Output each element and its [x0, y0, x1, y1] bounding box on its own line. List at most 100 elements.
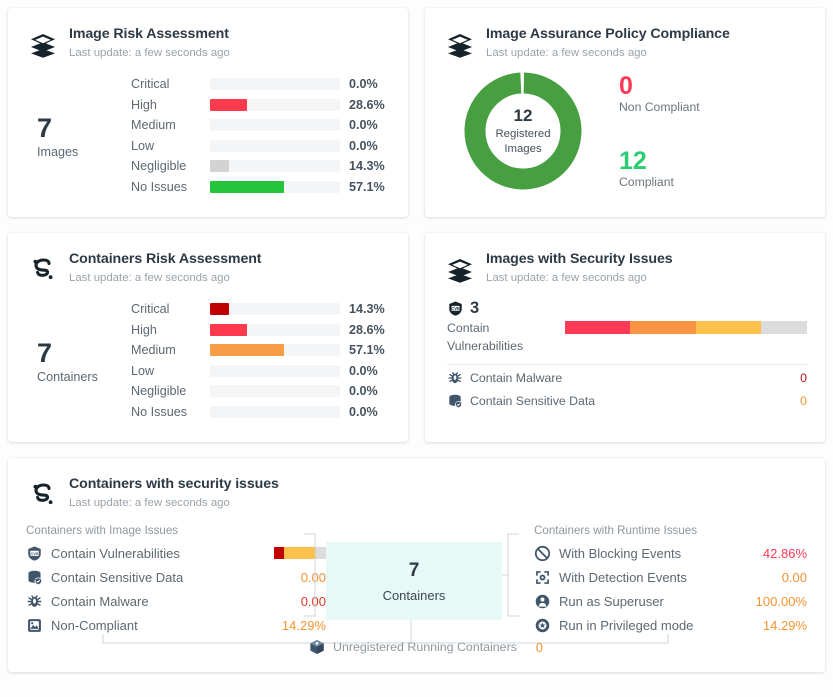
runtime-issue-value: 42.86% [762, 545, 807, 561]
risk-bar-track [210, 364, 340, 377]
image-issue-mini-bar[interactable] [274, 547, 326, 559]
compliance-stats: 0 Non Compliant 12 Compliant [603, 73, 807, 189]
image-issue-label: Contain Malware [51, 593, 149, 609]
severity-segment-bar [565, 321, 807, 334]
image-issue-row[interactable]: Contain Sensitive Data 0.00 [26, 565, 326, 589]
risk-percentage: 0.0% [349, 404, 378, 419]
card-subtitle: Last update: a few seconds ago [69, 497, 230, 509]
risk-bar-fill [210, 160, 229, 173]
card-containers-risk-assessment[interactable]: Containers Risk Assessment Last update: … [8, 233, 408, 442]
risk-row[interactable]: Critical 14.3% [131, 299, 390, 320]
risk-row[interactable]: Low 0.0% [131, 361, 390, 382]
registered-images-donut[interactable]: 12 Registered Images [462, 70, 584, 192]
image-issue-value: 0.00 [300, 593, 326, 609]
runtime-issue-label: Run in Privileged mode [559, 617, 694, 633]
risk-bar-list: Critical 0.0% High 28.6% Medium 0.0% Low 0.0% Ne… [131, 74, 390, 197]
containers-security-body: Containers with Image Issues CVE Contain … [8, 512, 825, 672]
cve-shield-icon: CVE [26, 545, 43, 562]
risk-bar-track [210, 405, 340, 418]
risk-severity-label: Low [131, 138, 155, 153]
risk-percentage: 0.0% [349, 384, 378, 399]
compliance-stat-compliant[interactable]: 12 Compliant [619, 148, 807, 189]
image-issue-row[interactable]: CVE Contain Vulnerabilities [26, 541, 326, 565]
severity-segment[interactable] [695, 321, 761, 334]
card-image-risk-assessment[interactable]: Image Risk Assessment Last update: a few… [8, 8, 408, 217]
compliance-stat-value: 0 [619, 72, 633, 100]
risk-row[interactable]: Low 0.0% [131, 136, 390, 157]
risk-percentage: 0.0% [349, 118, 378, 133]
security-issue-label: Contain Sensitive Data [470, 394, 596, 408]
severity-segment[interactable] [565, 321, 631, 334]
containers-security-grid: Containers with Image Issues CVE Contain … [26, 524, 807, 637]
image-issue-row[interactable]: Contain Malware 0.00 [26, 589, 326, 613]
unregistered-container-icon [308, 638, 326, 656]
security-issue-rows: Contain Malware 0 Contain Sensitive Data 0 [447, 368, 807, 411]
card-image-assurance-policy-compliance[interactable]: Image Assurance Policy Compliance Last u… [425, 8, 825, 217]
sensitive-data-icon [26, 569, 43, 586]
containers-center-column: 7 Containers [326, 524, 516, 620]
dashboard-row-2: Containers Risk Assessment Last update: … [8, 233, 825, 442]
risk-row[interactable]: Medium 0.0% [131, 115, 390, 136]
security-issue-value: 0 [800, 394, 807, 408]
runtime-issue-row[interactable]: Run in Privileged mode 14.29% [534, 613, 807, 637]
risk-bar-fill [210, 98, 248, 111]
runtime-issue-value: 100.00% [755, 593, 807, 609]
risk-row[interactable]: No Issues 0.0% [131, 402, 390, 423]
dashboard-row-1: Image Risk Assessment Last update: a few… [8, 8, 825, 217]
risk-row[interactable]: Medium 57.1% [131, 340, 390, 361]
card-subtitle: Last update: a few seconds ago [486, 272, 647, 284]
runtime-issue-row[interactable]: With Detection Events 0.00 [534, 565, 807, 589]
vulnerability-count-block: CVE 3 Contain Vulnerabilities [447, 299, 557, 354]
total-images-block: 7 Images [26, 74, 131, 197]
risk-percentage: 0.0% [349, 77, 378, 92]
image-issue-row[interactable]: Non-Compliant 14.29% [26, 613, 326, 637]
vulnerability-summary: CVE 3 Contain Vulnerabilities [447, 299, 807, 354]
vulnerability-caption-line2: Vulnerabilities [447, 339, 524, 353]
risk-bar-track [210, 344, 340, 357]
card-containers-with-security-issues[interactable]: Containers with security issues Last upd… [8, 458, 825, 672]
risk-row[interactable]: Negligible 0.0% [131, 381, 390, 402]
compliance-stat-value: 12 [619, 147, 647, 175]
risk-row[interactable]: High 28.6% [131, 320, 390, 341]
image-issues-column: Containers with Image Issues CVE Contain … [26, 524, 326, 637]
divider [447, 364, 807, 365]
risk-bar-track [210, 323, 340, 336]
risk-row[interactable]: High 28.6% [131, 95, 390, 116]
container-logo-icon [26, 478, 60, 512]
card-header: Containers with security issues Last upd… [8, 458, 825, 512]
card-images-with-security-issues[interactable]: Images with Security Issues Last update:… [425, 233, 825, 442]
total-label: Containers [37, 369, 98, 384]
risk-percentage: 57.1% [349, 179, 385, 194]
risk-severity-label: High [131, 322, 157, 337]
risk-row[interactable]: Critical 0.0% [131, 74, 390, 95]
risk-severity-label: Critical [131, 77, 170, 92]
donut-label-line1: Registered [495, 128, 551, 140]
non-compliant-icon [26, 617, 43, 634]
compliance-stat-non-compliant[interactable]: 0 Non Compliant [619, 73, 807, 114]
runtime-issues-rows: With Blocking Events 42.86% With Detection… [534, 541, 807, 637]
risk-percentage: 0.0% [349, 363, 378, 378]
severity-segment[interactable] [630, 321, 696, 334]
security-issue-row[interactable]: Contain Malware 0 [447, 368, 807, 388]
security-issue-row[interactable]: Contain Sensitive Data 0 [447, 391, 807, 411]
runtime-issues-column: Containers with Runtime Issues With Bloc… [516, 524, 807, 637]
risk-severity-label: High [131, 97, 157, 112]
unregistered-running-containers-row[interactable]: Unregistered Running Containers 0 [308, 638, 543, 656]
risk-row[interactable]: Negligible 14.3% [131, 156, 390, 177]
mini-bar-segment [274, 547, 285, 559]
risk-severity-label: Low [131, 363, 155, 378]
risk-severity-label: No Issues [131, 404, 187, 419]
risk-severity-label: Negligible [131, 384, 187, 399]
runtime-issue-row[interactable]: Run as Superuser 100.00% [534, 589, 807, 613]
card-header: Image Risk Assessment Last update: a few… [8, 8, 408, 62]
risk-bar-fill [210, 180, 285, 193]
runtime-issue-value: 14.29% [762, 617, 807, 633]
risk-assessment-body: 7 Images Critical 0.0% High 28.6% Medium 0.0%… [8, 62, 408, 217]
security-issue-label: Contain Malware [470, 371, 563, 385]
risk-row[interactable]: No Issues 57.1% [131, 177, 390, 198]
severity-segment[interactable] [760, 321, 807, 334]
detection-events-icon [534, 569, 551, 586]
risk-severity-label: Critical [131, 302, 170, 317]
runtime-issue-row[interactable]: With Blocking Events 42.86% [534, 541, 807, 565]
total-count: 7 [37, 112, 53, 143]
